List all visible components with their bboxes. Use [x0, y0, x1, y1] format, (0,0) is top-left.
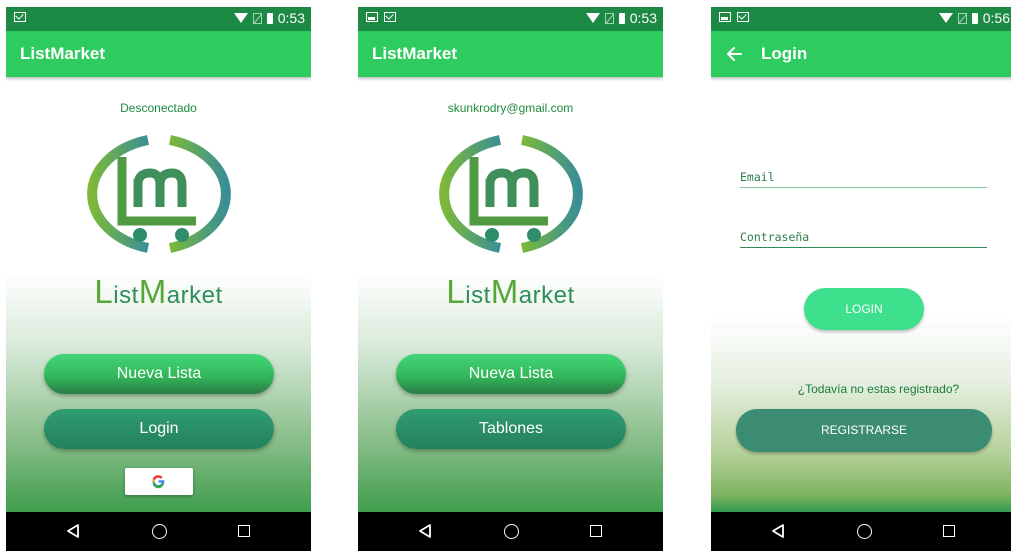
listmarket-logo: [78, 135, 240, 253]
status-time: 0:53: [277, 10, 305, 26]
back-triangle-icon[interactable]: [66, 523, 80, 539]
register-prompt: ¿Todavía no estas registrado?: [797, 382, 960, 396]
app-title: ListMarket: [20, 44, 106, 63]
register-button[interactable]: REGISTRARSE: [736, 409, 992, 452]
wifi-icon: [233, 13, 248, 23]
new-list-button[interactable]: Nueva Lista: [44, 354, 274, 394]
status-bar: 0:53: [358, 7, 663, 31]
no-sim-icon: [957, 12, 967, 24]
screen-home-disconnected: 0:53 ListMarket Desconectado ListMarket …: [6, 7, 311, 551]
status-time: 0:56: [982, 10, 1010, 26]
battery-icon: [266, 12, 273, 24]
home-circle-icon[interactable]: [504, 524, 519, 539]
app-bar: ListMarket: [358, 31, 663, 77]
mail-icon: [737, 12, 749, 22]
boards-button[interactable]: Tablones: [396, 409, 626, 449]
system-nav-bar: [358, 512, 663, 551]
back-triangle-icon[interactable]: [418, 523, 432, 539]
recent-apps-icon[interactable]: [590, 525, 602, 537]
image-icon: [366, 12, 378, 22]
main-content: Email Contraseña LOGIN ¿Todavía no estas…: [711, 77, 1011, 512]
user-email: skunkrodry@gmail.com: [447, 101, 574, 115]
system-nav-bar: [6, 512, 311, 551]
battery-icon: [971, 12, 978, 24]
recent-apps-icon[interactable]: [943, 525, 955, 537]
status-bar: 0:56: [711, 7, 1011, 31]
status-bar: 0:53: [6, 7, 311, 31]
home-circle-icon[interactable]: [857, 524, 872, 539]
system-nav-bar: [711, 512, 1011, 551]
email-field[interactable]: Email: [740, 163, 987, 188]
login-submit-button[interactable]: LOGIN: [804, 288, 924, 330]
google-signin-button[interactable]: [125, 468, 193, 495]
screen-login: 0:56 Login Email Contraseña LOGIN ¿Todav…: [711, 7, 1011, 551]
recent-apps-icon[interactable]: [238, 525, 250, 537]
brand-name: ListMarket: [94, 273, 223, 310]
app-bar: ListMarket: [6, 31, 311, 77]
app-title: ListMarket: [372, 44, 458, 63]
password-placeholder: Contraseña: [740, 230, 810, 244]
wifi-icon: [938, 13, 953, 23]
screen-home-connected: 0:53 ListMarket skunkrodry@gmail.com Lis…: [358, 7, 663, 551]
google-g-icon: [152, 475, 165, 489]
main-content: skunkrodry@gmail.com ListMarket Nueva Li…: [358, 77, 663, 512]
connection-status: Desconectado: [120, 101, 197, 115]
main-content: Desconectado ListMarket Nueva Lista Logi…: [6, 77, 311, 512]
no-sim-icon: [252, 12, 262, 24]
home-circle-icon[interactable]: [152, 524, 167, 539]
wifi-icon: [585, 13, 600, 23]
listmarket-logo: [430, 135, 592, 253]
mail-icon: [14, 12, 26, 22]
back-triangle-icon[interactable]: [771, 523, 785, 539]
app-title: Login: [761, 44, 808, 63]
email-placeholder: Email: [740, 170, 775, 184]
app-bar: Login: [711, 31, 1011, 77]
brand-name: ListMarket: [446, 273, 575, 310]
mail-icon: [384, 12, 396, 22]
arrow-left-icon[interactable]: [725, 45, 745, 63]
password-field[interactable]: Contraseña: [740, 223, 987, 248]
status-time: 0:53: [629, 10, 657, 26]
new-list-button[interactable]: Nueva Lista: [396, 354, 626, 394]
image-icon: [719, 12, 731, 22]
battery-icon: [618, 12, 625, 24]
no-sim-icon: [604, 12, 614, 24]
login-button[interactable]: Login: [44, 409, 274, 449]
